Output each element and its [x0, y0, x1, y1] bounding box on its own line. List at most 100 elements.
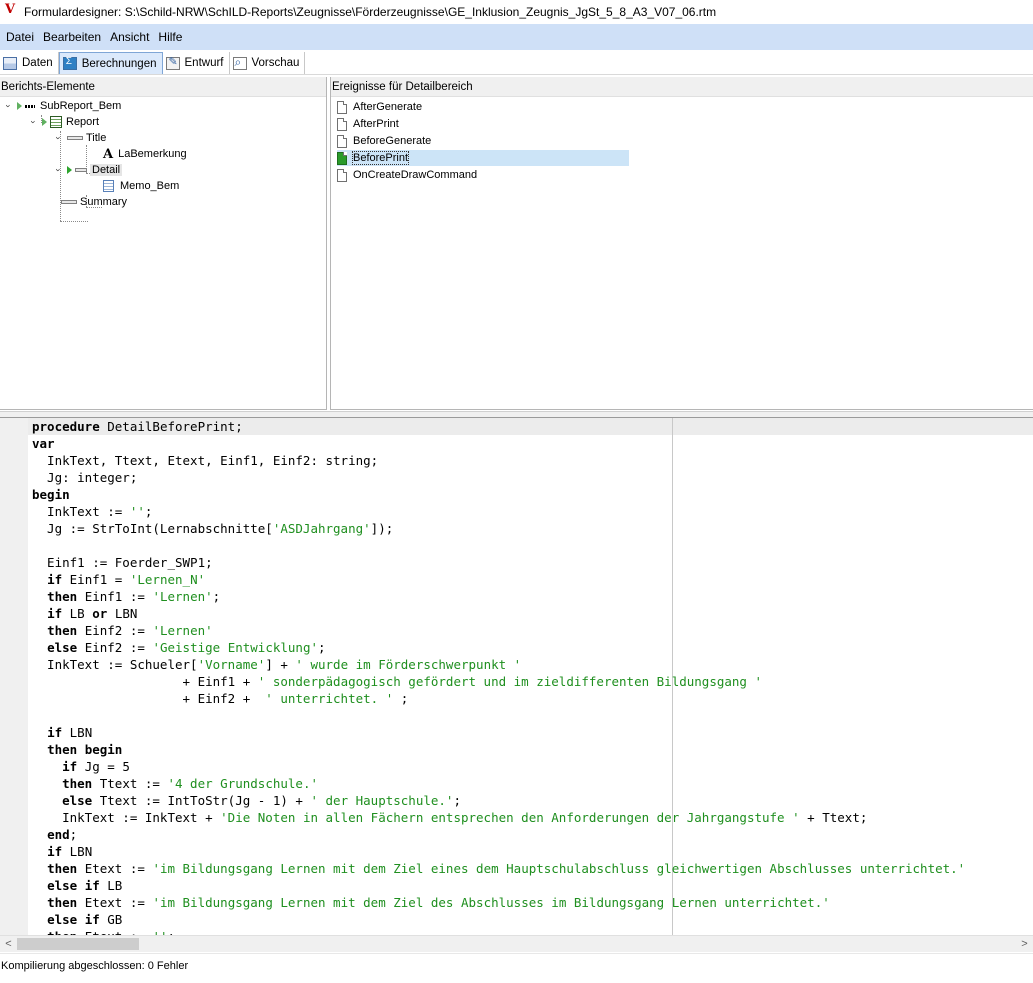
code-token: LB	[62, 606, 93, 621]
code-token: Einf1 =	[62, 572, 130, 587]
chevron-down-icon[interactable]: ›	[54, 166, 64, 175]
code-line[interactable]: if Einf1 = 'Lernen_N'	[32, 571, 965, 588]
code-line[interactable]: if Jg = 5	[32, 758, 965, 775]
tab-vorschau[interactable]: Vorschau	[230, 52, 306, 74]
tree-node-subreport[interactable]: › SubReport_Bem	[4, 98, 122, 114]
code-line[interactable]: InkText := InkText + 'Die Noten in allen…	[32, 809, 965, 826]
code-line[interactable]: else Ttext := IntToStr(Jg - 1) + ' der H…	[32, 792, 965, 809]
code-line[interactable]: InkText := '';	[32, 503, 965, 520]
code-line[interactable]: end;	[32, 826, 965, 843]
code-keyword: if	[47, 606, 63, 621]
menu-ansicht[interactable]: Ansicht	[110, 30, 149, 44]
tree-node-detail[interactable]: › Detail	[54, 162, 123, 178]
code-token: Einf1 := Foerder_SWP1;	[32, 555, 213, 570]
code-line[interactable]: then Etext := '';	[32, 928, 965, 935]
code-keyword: then	[47, 589, 78, 604]
chevron-down-icon[interactable]: ›	[54, 134, 64, 143]
code-token: Einf1 :=	[77, 589, 153, 604]
play-icon	[67, 166, 72, 174]
code-editor[interactable]: procedure DetailBeforePrint; var InkText,…	[0, 417, 1033, 935]
code-line[interactable]: then Ttext := '4 der Grundschule.'	[32, 775, 965, 792]
code-string: 'Vorname'	[197, 657, 266, 672]
code-line[interactable]: var	[32, 435, 965, 452]
memo-icon	[103, 180, 114, 192]
tree-label-labemerkung: LaBemerkung	[118, 148, 187, 160]
code-keyword: if	[47, 572, 63, 587]
tree-label-memo: Memo_Bem	[120, 180, 180, 192]
code-token: Jg := StrToInt(Lernabschnitte[	[32, 521, 273, 536]
code-line[interactable]: Einf1 := Foerder_SWP1;	[32, 554, 965, 571]
code-line[interactable]: then Etext := 'im Bildungsgang Lernen mi…	[32, 860, 965, 877]
event-afterprint[interactable]: AfterPrint	[337, 116, 629, 132]
code-line[interactable]: if LB or LBN	[32, 605, 965, 622]
calculations-icon	[62, 56, 77, 70]
menu-hilfe[interactable]: Hilfe	[158, 30, 182, 44]
code-line[interactable]: then Einf1 := 'Lernen';	[32, 588, 965, 605]
tab-daten[interactable]: Daten	[0, 52, 59, 74]
event-beforeprint[interactable]: BeforePrint	[337, 150, 629, 166]
code-token: InkText, Ttext, Etext, Einf1, Einf2: str…	[32, 453, 379, 468]
code-line[interactable]: + Einf1 + ' sonderpädagogisch gefördert …	[32, 673, 965, 690]
scrollbar-thumb[interactable]	[17, 938, 139, 950]
code-line[interactable]: then Einf2 := 'Lernen'	[32, 622, 965, 639]
code-keyword: then	[62, 776, 93, 791]
code-keyword: if	[47, 844, 63, 859]
status-text: Kompilierung abgeschlossen: 0 Fehler	[1, 960, 189, 972]
scroll-right-icon[interactable]: >	[1016, 936, 1033, 953]
tree-node-memo[interactable]: Memo_Bem	[103, 178, 179, 194]
scroll-left-icon[interactable]: <	[0, 936, 17, 953]
code-token: ;	[393, 691, 409, 706]
tree-node-summary[interactable]: Summary	[61, 194, 127, 210]
chevron-down-icon[interactable]: ›	[4, 102, 14, 111]
code-line[interactable]: then Etext := 'im Bildungsgang Lernen mi…	[32, 894, 965, 911]
menu-datei[interactable]: Datei	[6, 30, 34, 44]
tab-berechnungen[interactable]: Berechnungen	[58, 52, 163, 74]
tree-node-title[interactable]: › Title	[54, 130, 107, 146]
code-keyword: then	[47, 623, 78, 638]
design-icon	[165, 55, 180, 70]
tree-node-report[interactable]: › Report	[29, 114, 99, 130]
code-line[interactable]: + Einf2 + ' unterrichtet. ' ;	[32, 690, 965, 707]
event-aftergenerate[interactable]: AfterGenerate	[337, 99, 629, 115]
subreport-icon	[25, 104, 35, 108]
code-line[interactable]	[32, 707, 965, 724]
code-line[interactable]: InkText, Ttext, Etext, Einf1, Einf2: str…	[32, 452, 965, 469]
code-line[interactable]: if LBN	[32, 724, 965, 741]
tab-entwurf[interactable]: Entwurf	[163, 52, 230, 74]
code-token: Einf2 :=	[77, 623, 153, 638]
menu-bearbeiten[interactable]: Bearbeiten	[43, 30, 101, 44]
code-token: InkText := Schueler[	[32, 657, 198, 672]
event-oncreatedrawcommand[interactable]: OnCreateDrawCommand	[337, 167, 629, 183]
tree-node-label[interactable]: A LaBemerkung	[103, 146, 187, 162]
tree-connector	[60, 221, 88, 222]
tab-entwurf-label: Entwurf	[184, 57, 224, 69]
band-icon	[61, 200, 77, 204]
code-line[interactable]: procedure DetailBeforePrint;	[32, 418, 965, 435]
menu-bar: Datei Bearbeiten Ansicht Hilfe	[0, 24, 1033, 50]
code-line[interactable]: then begin	[32, 741, 965, 758]
code-line[interactable]: else if GB	[32, 911, 965, 928]
code-line[interactable]: InkText := Schueler['Vorname'] + ' wurde…	[32, 656, 965, 673]
code-line[interactable]: if LBN	[32, 843, 965, 860]
event-beforegenerate[interactable]: BeforeGenerate	[337, 133, 629, 149]
code-line[interactable]: else if LB	[32, 877, 965, 894]
chevron-down-icon[interactable]: ›	[29, 118, 39, 127]
code-line[interactable]: else Einf2 := 'Geistige Entwicklung';	[32, 639, 965, 656]
code-line[interactable]	[32, 537, 965, 554]
code-token: Ttext :=	[92, 776, 168, 791]
code-keyword: procedure	[32, 419, 100, 434]
code-keyword: if	[47, 725, 63, 740]
code-text[interactable]: procedure DetailBeforePrint; var InkText,…	[32, 418, 965, 935]
code-line[interactable]: Jg: integer;	[32, 469, 965, 486]
code-line[interactable]: begin	[32, 486, 965, 503]
code-line[interactable]: Jg := StrToInt(Lernabschnitte['ASDJahrga…	[32, 520, 965, 537]
horizontal-scrollbar[interactable]: < >	[0, 935, 1033, 952]
code-token: ]);	[370, 521, 394, 536]
